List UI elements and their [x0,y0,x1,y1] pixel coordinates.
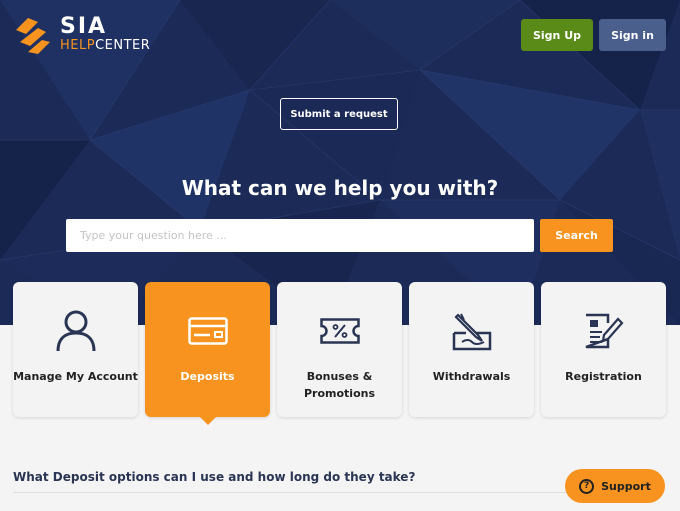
search-button[interactable]: Search [540,219,613,252]
support-button[interactable]: ? Support [565,469,665,503]
ticket-percent-icon [319,308,360,354]
user-icon [55,308,97,354]
category-card-withdrawals[interactable]: Withdrawals [409,282,534,417]
hero-banner: SIA HELPCENTER Sign Up Sign in Submit a … [0,0,680,325]
logo-name: SIA [60,14,108,39]
category-label-line2: Promotions [303,387,376,400]
faq-divider [13,492,568,493]
category-card-registration[interactable]: Registration [541,282,666,417]
submit-request-button[interactable]: Submit a request [280,98,398,130]
logo[interactable]: SIA HELPCENTER [12,14,150,56]
category-card-manage-account[interactable]: Manage My Account [13,282,138,417]
category-card-bonuses[interactable]: Bonuses & Promotions [277,282,402,417]
support-label: Support [601,479,651,493]
hero-title: What can we help you with? [181,176,499,200]
sign-in-button[interactable]: Sign in [599,19,666,51]
category-label-line1: Bonuses & [306,370,373,383]
signing-pen-icon [452,308,492,354]
logo-sub-center: CENTER [95,38,151,53]
search-input[interactable] [66,219,534,252]
category-label: Bonuses & Promotions [304,368,375,402]
logo-sub-help: HELP [60,38,96,53]
help-circle-icon: ? [579,478,595,494]
credit-card-icon [187,308,228,354]
logo-subtitle: HELPCENTER [60,38,150,54]
logo-mark-icon [16,18,50,54]
category-label: Deposits [180,370,235,383]
document-pen-icon [584,308,624,354]
category-label: Registration [565,370,642,383]
faq-question-link[interactable]: What Deposit options can I use and how l… [13,470,553,484]
category-card-deposits[interactable]: Deposits [145,282,270,425]
sign-up-button[interactable]: Sign Up [521,19,593,51]
category-label: Manage My Account [13,370,138,383]
category-label: Withdrawals [432,370,511,383]
logo-text: SIA HELPCENTER [60,16,150,54]
